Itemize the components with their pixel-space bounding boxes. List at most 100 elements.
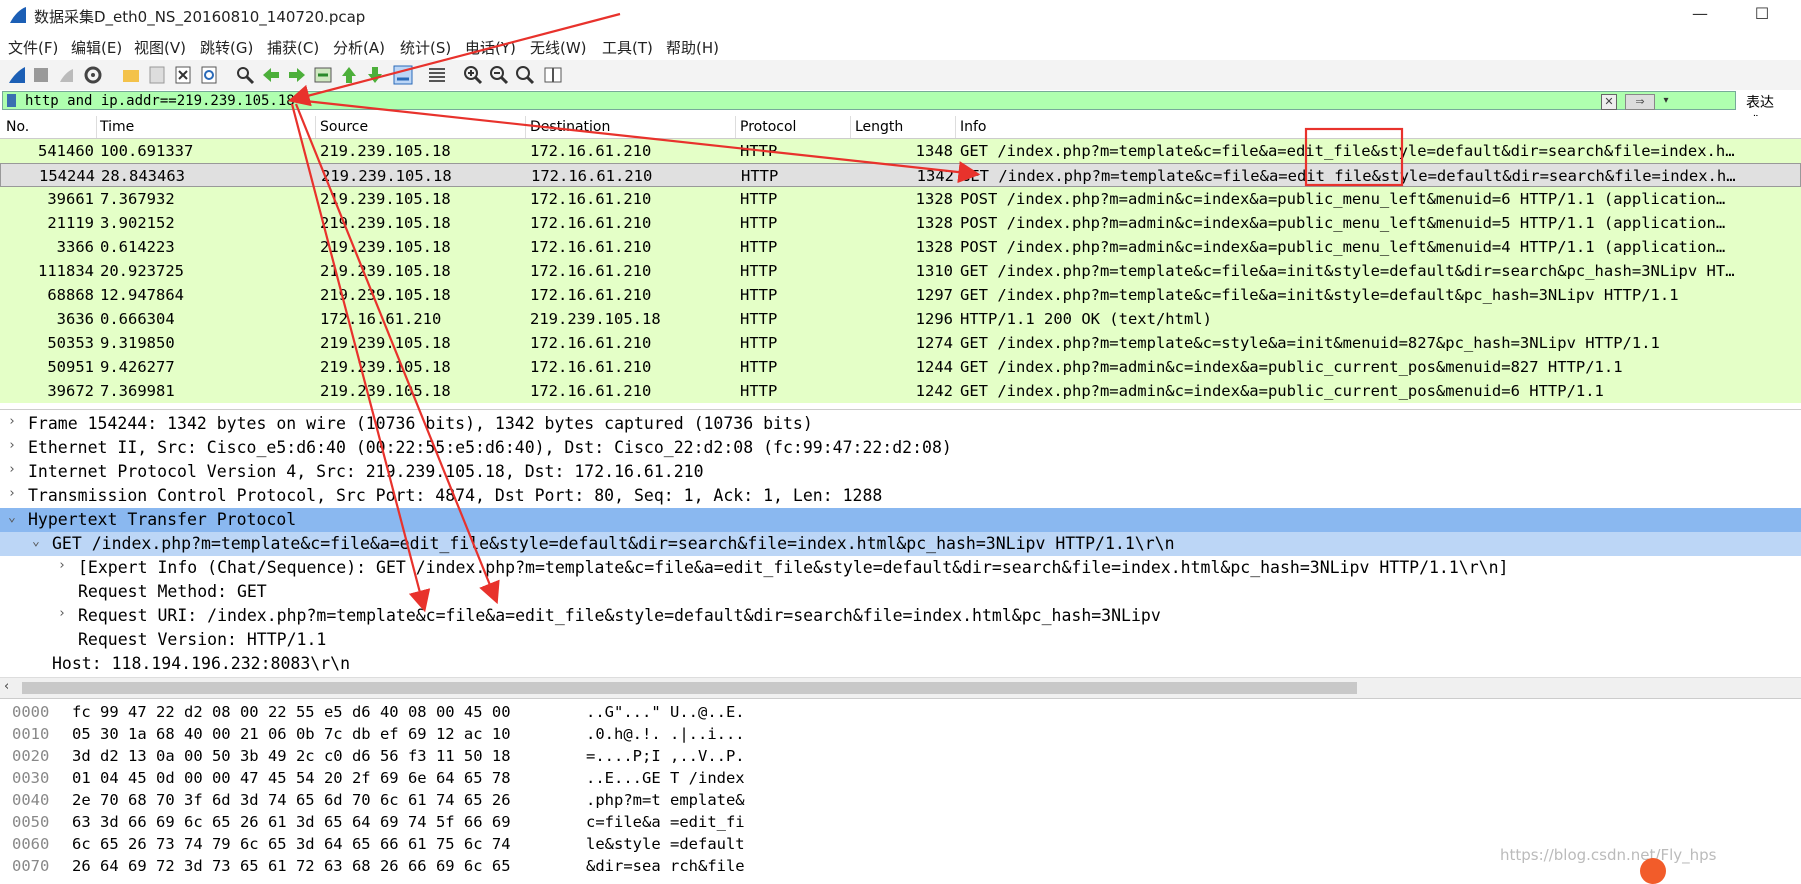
menu-go[interactable]: 跳转(G) bbox=[200, 37, 253, 58]
column-header-length[interactable]: Length bbox=[855, 119, 903, 135]
scroll-left-icon[interactable]: ‹ bbox=[4, 679, 9, 694]
menu-tools[interactable]: 工具(T) bbox=[602, 37, 653, 58]
packet-row[interactable]: 39661 7.367932 219.239.105.18 172.16.61.… bbox=[0, 187, 1801, 211]
open-folder-icon[interactable] bbox=[120, 64, 142, 86]
packet-row[interactable]: 39672 7.369981 219.239.105.18 172.16.61.… bbox=[0, 379, 1801, 403]
clear-filter-icon[interactable]: ✕ bbox=[1601, 94, 1617, 110]
hex-line[interactable]: 0030 01 04 45 0d 00 00 47 45 54 20 2f 69… bbox=[0, 767, 1801, 789]
expand-arrow-icon[interactable]: › bbox=[58, 558, 66, 573]
stop-icon[interactable] bbox=[30, 64, 52, 86]
first-packet-icon[interactable] bbox=[338, 64, 360, 86]
packet-destination: 172.16.61.210 bbox=[530, 214, 652, 232]
last-packet-icon[interactable] bbox=[364, 64, 386, 86]
menu-edit[interactable]: 编辑(E) bbox=[71, 37, 122, 58]
save-icon[interactable] bbox=[146, 64, 168, 86]
detail-http-selected[interactable]: ⌄ Hypertext Transfer Protocol bbox=[0, 508, 1801, 532]
filter-text[interactable]: http and ip.addr==219.239.105.18 bbox=[25, 92, 295, 110]
apply-filter-icon[interactable]: ⇒ bbox=[1625, 94, 1655, 110]
menu-analyze[interactable]: 分析(A) bbox=[333, 37, 385, 58]
hex-line[interactable]: 0020 3d d2 13 0a 00 50 3b 49 2c c0 d6 56… bbox=[0, 745, 1801, 767]
column-divider[interactable] bbox=[850, 116, 851, 138]
maximize-button[interactable]: ☐ bbox=[1742, 2, 1782, 28]
detail-expert-info[interactable]: › [Expert Info (Chat/Sequence): GET /ind… bbox=[0, 556, 1801, 580]
go-back-icon[interactable] bbox=[260, 64, 282, 86]
details-horizontal-scrollbar[interactable]: ‹ bbox=[0, 677, 1801, 698]
expand-arrow-icon[interactable]: › bbox=[8, 462, 16, 477]
autoscroll-icon[interactable] bbox=[392, 64, 414, 86]
packet-row[interactable]: 50951 9.426277 219.239.105.18 172.16.61.… bbox=[0, 355, 1801, 379]
options-gear-icon[interactable] bbox=[82, 64, 104, 86]
shark-fin-start-icon[interactable] bbox=[6, 64, 28, 86]
detail-request-method[interactable]: Request Method: GET bbox=[0, 580, 1801, 604]
reload-icon[interactable] bbox=[198, 64, 220, 86]
hex-line[interactable]: 0010 05 30 1a 68 40 00 21 06 0b 7c db ef… bbox=[0, 723, 1801, 745]
packet-row-selected[interactable]: 154244 28.843463 219.239.105.18 172.16.6… bbox=[0, 163, 1801, 187]
expand-arrow-icon[interactable]: › bbox=[8, 486, 16, 501]
hex-line[interactable]: 0040 2e 70 68 70 3f 6d 3d 74 65 6d 70 6c… bbox=[0, 789, 1801, 811]
menu-telephony[interactable]: 电话(Y) bbox=[465, 37, 516, 58]
menu-capture[interactable]: 捕获(C) bbox=[267, 37, 319, 58]
zoom-out-icon[interactable] bbox=[488, 64, 510, 86]
column-divider[interactable] bbox=[955, 116, 956, 138]
packet-row[interactable]: 68868 12.947864 219.239.105.18 172.16.61… bbox=[0, 283, 1801, 307]
detail-tcp[interactable]: › Transmission Control Protocol, Src Por… bbox=[0, 484, 1801, 508]
packet-info: GET /index.php?m=admin&c=index&a=public_… bbox=[960, 382, 1604, 400]
column-divider[interactable] bbox=[525, 116, 526, 138]
hex-line[interactable]: 0050 63 3d 66 69 6c 65 26 61 3d 65 64 69… bbox=[0, 811, 1801, 833]
collapse-arrow-icon[interactable]: ⌄ bbox=[32, 534, 40, 549]
packet-destination: 172.16.61.210 bbox=[530, 286, 652, 304]
detail-text: Transmission Control Protocol, Src Port:… bbox=[28, 486, 883, 505]
colorize-icon[interactable] bbox=[426, 64, 448, 86]
packet-destination: 172.16.61.210 bbox=[530, 262, 652, 280]
detail-frame[interactable]: › Frame 154244: 1342 bytes on wire (1073… bbox=[0, 412, 1801, 436]
menu-view[interactable]: 视图(V) bbox=[134, 37, 186, 58]
detail-ethernet[interactable]: › Ethernet II, Src: Cisco_e5:d6:40 (00:2… bbox=[0, 436, 1801, 460]
expand-arrow-icon[interactable]: › bbox=[58, 606, 66, 621]
expand-arrow-icon[interactable]: › bbox=[8, 414, 16, 429]
restart-icon[interactable] bbox=[56, 64, 78, 86]
column-header-info[interactable]: Info bbox=[960, 119, 987, 135]
filter-history-dropdown-icon[interactable]: ▾ bbox=[1659, 94, 1673, 108]
go-forward-icon[interactable] bbox=[286, 64, 308, 86]
column-header-no[interactable]: No. bbox=[6, 119, 29, 135]
menu-wireless[interactable]: 无线(W) bbox=[530, 37, 587, 58]
packet-row[interactable]: 21119 3.902152 219.239.105.18 172.16.61.… bbox=[0, 211, 1801, 235]
column-divider[interactable] bbox=[96, 116, 97, 138]
packet-row[interactable]: 3366 0.614223 219.239.105.18 172.16.61.2… bbox=[0, 235, 1801, 259]
filter-bookmark-icon[interactable] bbox=[7, 94, 16, 107]
resize-columns-icon[interactable] bbox=[542, 64, 564, 86]
detail-request-uri[interactable]: › Request URI: /index.php?m=template&c=f… bbox=[0, 604, 1801, 628]
detail-ipv4[interactable]: › Internet Protocol Version 4, Src: 219.… bbox=[0, 460, 1801, 484]
detail-text: Request URI: /index.php?m=template&c=fil… bbox=[78, 606, 1161, 625]
detail-http-request-line[interactable]: ⌄ GET /index.php?m=template&c=file&a=edi… bbox=[0, 532, 1801, 556]
minimize-button[interactable]: — bbox=[1680, 2, 1720, 28]
packet-row[interactable]: 50353 9.319850 219.239.105.18 172.16.61.… bbox=[0, 331, 1801, 355]
display-filter-input[interactable]: http and ip.addr==219.239.105.18 ✕ ⇒ ▾ bbox=[2, 91, 1736, 110]
collapse-arrow-icon[interactable]: ⌄ bbox=[8, 510, 16, 525]
expand-arrow-icon[interactable]: › bbox=[8, 438, 16, 453]
close-file-icon[interactable] bbox=[172, 64, 194, 86]
packet-protocol: HTTP bbox=[740, 334, 778, 352]
find-icon[interactable] bbox=[234, 64, 256, 86]
column-header-protocol[interactable]: Protocol bbox=[740, 119, 796, 135]
zoom-normal-icon[interactable] bbox=[514, 64, 536, 86]
menu-statistics[interactable]: 统计(S) bbox=[400, 37, 451, 58]
packet-row[interactable]: 3636 0.666304 172.16.61.210 219.239.105.… bbox=[0, 307, 1801, 331]
column-header-source[interactable]: Source bbox=[320, 119, 368, 135]
scrollbar-thumb[interactable] bbox=[22, 682, 1357, 694]
menu-help[interactable]: 帮助(H) bbox=[666, 37, 719, 58]
column-header-time[interactable]: Time bbox=[100, 119, 134, 135]
hex-line[interactable]: 0000 fc 99 47 22 d2 08 00 22 55 e5 d6 40… bbox=[0, 701, 1801, 723]
column-divider[interactable] bbox=[315, 116, 316, 138]
column-divider[interactable] bbox=[735, 116, 736, 138]
display-filter-bar: http and ip.addr==219.239.105.18 ✕ ⇒ ▾ 表… bbox=[0, 90, 1801, 131]
detail-request-version[interactable]: Request Version: HTTP/1.1 bbox=[0, 628, 1801, 652]
column-header-destination[interactable]: Destination bbox=[530, 119, 610, 135]
hex-ascii: c=file&a =edit_fi bbox=[586, 813, 745, 831]
packet-row[interactable]: 541460 100.691337 219.239.105.18 172.16.… bbox=[0, 139, 1801, 163]
go-to-packet-icon[interactable] bbox=[312, 64, 334, 86]
menu-file[interactable]: 文件(F) bbox=[8, 37, 58, 58]
packet-row[interactable]: 111834 20.923725 219.239.105.18 172.16.6… bbox=[0, 259, 1801, 283]
zoom-in-icon[interactable] bbox=[462, 64, 484, 86]
detail-host[interactable]: Host: 118.194.196.232:8083\r\n bbox=[0, 652, 1801, 676]
